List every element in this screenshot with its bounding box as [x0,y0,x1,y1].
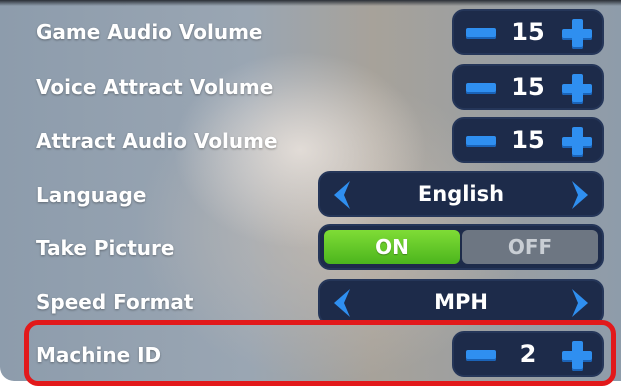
annotation-highlight-box [24,320,616,386]
language-selector: English [318,171,604,217]
language-value: English [417,182,505,206]
speed-format-value: MPH [434,290,488,314]
chevron-right-icon[interactable] [568,287,592,319]
plus-icon[interactable] [562,127,592,157]
attract-audio-volume-value: 15 [511,126,545,154]
plus-icon[interactable] [562,74,592,104]
game-audio-volume-stepper: 15 [452,9,604,55]
attract-audio-volume-label: Attract Audio Volume [36,129,278,153]
voice-attract-volume-label: Voice Attract Volume [36,75,274,99]
settings-screen: Game Audio Volume 15 Voice Attract Volum… [0,0,621,386]
plus-icon[interactable] [562,19,592,49]
take-picture-toggle: ON OFF [318,224,604,270]
speed-format-selector: MPH [318,279,604,325]
language-label: Language [36,183,147,207]
chevron-left-icon[interactable] [330,179,354,211]
game-audio-volume-label: Game Audio Volume [36,20,263,44]
game-audio-volume-value: 15 [511,18,545,46]
toggle-on-button[interactable]: ON [324,230,460,264]
minus-icon[interactable] [466,136,496,147]
voice-attract-volume-stepper: 15 [452,64,604,110]
toggle-off-button[interactable]: OFF [462,230,598,264]
attract-audio-volume-stepper: 15 [452,117,604,163]
voice-attract-volume-value: 15 [511,73,545,101]
take-picture-label: Take Picture [36,236,175,260]
chevron-left-icon[interactable] [330,287,354,319]
chevron-right-icon[interactable] [568,179,592,211]
speed-format-label: Speed Format [36,290,194,314]
screen-bezel [0,0,621,6]
minus-icon[interactable] [466,28,496,39]
minus-icon[interactable] [466,83,496,94]
